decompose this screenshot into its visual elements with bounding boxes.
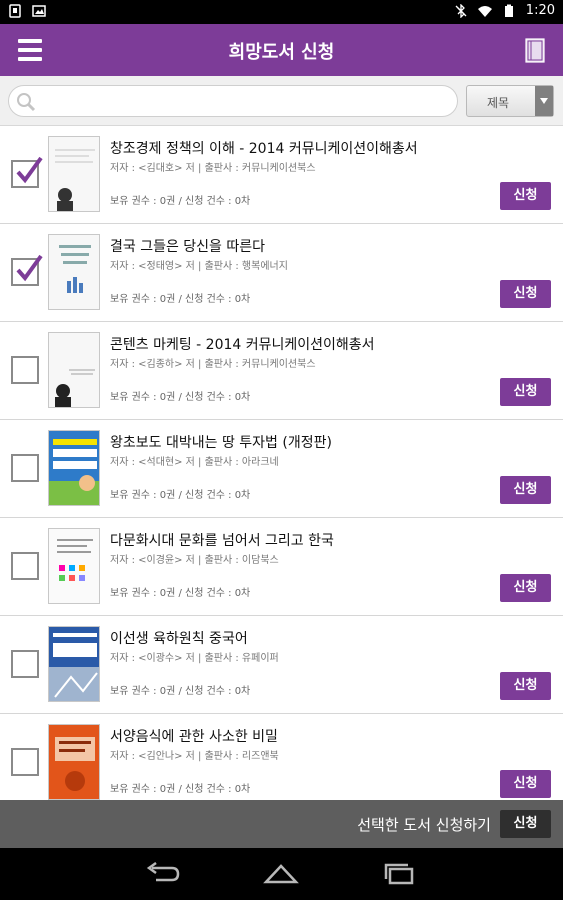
bulk-apply-bar: 선택한 도서 신청하기 신청 xyxy=(0,800,563,848)
book-checkbox[interactable] xyxy=(11,650,39,678)
list-item: 왕초보도 대박내는 땅 투자법 (개정판) 저자 : <석대현> 저 | 출판사… xyxy=(0,420,563,518)
apply-button[interactable]: 신청 xyxy=(500,672,551,700)
search-input[interactable] xyxy=(41,88,441,114)
book-checkbox[interactable] xyxy=(11,156,43,188)
apply-button[interactable]: 신청 xyxy=(500,280,551,308)
image-notification-icon xyxy=(32,5,46,17)
apply-button[interactable]: 신청 xyxy=(500,182,551,210)
book-cover xyxy=(48,234,100,310)
book-checkbox[interactable] xyxy=(11,454,39,482)
book-title[interactable]: 창조경제 정책의 이해 - 2014 커뮤니케이션이해총서 xyxy=(110,138,418,158)
list-item: 창조경제 정책의 이해 - 2014 커뮤니케이션이해총서 저자 : <김대호>… xyxy=(0,126,563,224)
search-icon xyxy=(17,93,36,112)
book-meta: 저자 : <정태영> 저 | 출판사 : 행복에너지 xyxy=(110,261,288,272)
book-meta: 저자 : <이경윤> 저 | 출판사 : 이담북스 xyxy=(110,555,279,566)
apply-button[interactable]: 신청 xyxy=(500,574,551,602)
book-count: 보유 권수 : 0권 / 신청 건수 : 0차 xyxy=(110,686,251,697)
book-count: 보유 권수 : 0권 / 신청 건수 : 0차 xyxy=(110,784,251,795)
book-checkbox[interactable] xyxy=(11,748,39,776)
checkmark-icon xyxy=(16,156,43,184)
book-title[interactable]: 다문화시대 문화를 넘어서 그리고 한국 xyxy=(110,530,334,550)
book-checkbox[interactable] xyxy=(11,552,39,580)
book-count: 보유 권수 : 0권 / 신청 건수 : 0차 xyxy=(110,196,251,207)
book-meta: 저자 : <김종하> 저 | 출판사 : 커뮤니케이션북스 xyxy=(110,359,316,370)
status-bar: 1:20 xyxy=(0,0,563,24)
book-title[interactable]: 이선생 육하원칙 중국어 xyxy=(110,628,248,648)
book-count: 보유 권수 : 0권 / 신청 건수 : 0차 xyxy=(110,490,251,501)
book-title[interactable]: 왕초보도 대박내는 땅 투자법 (개정판) xyxy=(110,432,332,452)
bulk-apply-label: 선택한 도서 신청하기 xyxy=(357,816,491,834)
back-icon[interactable] xyxy=(146,862,182,886)
book-meta: 저자 : <김대호> 저 | 출판사 : 커뮤니케이션북스 xyxy=(110,163,316,174)
clock: 1:20 xyxy=(525,3,555,18)
page-title: 희망도서 신청 xyxy=(228,42,335,63)
recent-apps-icon[interactable] xyxy=(382,862,418,886)
search-filter-value: 제목 xyxy=(487,96,510,110)
book-cover xyxy=(48,724,100,800)
download-notification-icon xyxy=(9,4,21,18)
book-cover xyxy=(48,332,100,408)
wifi-icon xyxy=(477,5,492,17)
chevron-down-icon xyxy=(535,86,553,116)
list-item: 서양음식에 관한 사소한 비밀 저자 : <김안나> 저 | 출판사 : 리즈앤… xyxy=(0,714,563,800)
checkmark-icon xyxy=(16,254,43,282)
bulk-apply-button[interactable]: 신청 xyxy=(500,810,551,838)
book-title[interactable]: 콘텐츠 마케팅 - 2014 커뮤니케이션이해총서 xyxy=(110,334,375,354)
app-bar: 희망도서 신청 xyxy=(0,24,563,76)
search-bar: 제목 xyxy=(0,76,563,126)
list-item: 콘텐츠 마케팅 - 2014 커뮤니케이션이해총서 저자 : <김종하> 저 |… xyxy=(0,322,563,420)
search-field[interactable] xyxy=(8,85,458,117)
book-checkbox[interactable] xyxy=(11,356,39,384)
book-count: 보유 권수 : 0권 / 신청 건수 : 0차 xyxy=(110,588,251,599)
home-icon[interactable] xyxy=(263,862,299,886)
book-cover xyxy=(48,136,100,212)
book-checkbox[interactable] xyxy=(11,254,43,286)
book-cover xyxy=(48,626,100,702)
book-meta: 저자 : <김안나> 저 | 출판사 : 리즈앤북 xyxy=(110,751,279,762)
book-icon[interactable] xyxy=(525,37,545,63)
apply-button[interactable]: 신청 xyxy=(500,378,551,406)
list-item: 이선생 육하원칙 중국어 저자 : <이광수> 저 | 출판사 : 유페이퍼 보… xyxy=(0,616,563,714)
list-item: 다문화시대 문화를 넘어서 그리고 한국 저자 : <이경윤> 저 | 출판사 … xyxy=(0,518,563,616)
book-list: 창조경제 정책의 이해 - 2014 커뮤니케이션이해총서 저자 : <김대호>… xyxy=(0,126,563,800)
battery-icon xyxy=(504,4,513,17)
book-title[interactable]: 서양음식에 관한 사소한 비밀 xyxy=(110,726,278,746)
book-count: 보유 권수 : 0권 / 신청 건수 : 0차 xyxy=(110,392,251,403)
apply-button[interactable]: 신청 xyxy=(500,476,551,504)
book-cover xyxy=(48,528,100,604)
book-meta: 저자 : <석대현> 저 | 출판사 : 아라크네 xyxy=(110,457,279,468)
search-filter-select[interactable]: 제목 xyxy=(466,85,554,117)
book-count: 보유 권수 : 0권 / 신청 건수 : 0차 xyxy=(110,294,251,305)
bluetooth-off-icon xyxy=(455,3,467,18)
system-nav-bar xyxy=(0,848,563,900)
book-cover xyxy=(48,430,100,506)
list-item: 결국 그들은 당신을 따른다 저자 : <정태영> 저 | 출판사 : 행복에너… xyxy=(0,224,563,322)
book-meta: 저자 : <이광수> 저 | 출판사 : 유페이퍼 xyxy=(110,653,279,664)
apply-button[interactable]: 신청 xyxy=(500,770,551,798)
book-title[interactable]: 결국 그들은 당신을 따른다 xyxy=(110,236,265,256)
